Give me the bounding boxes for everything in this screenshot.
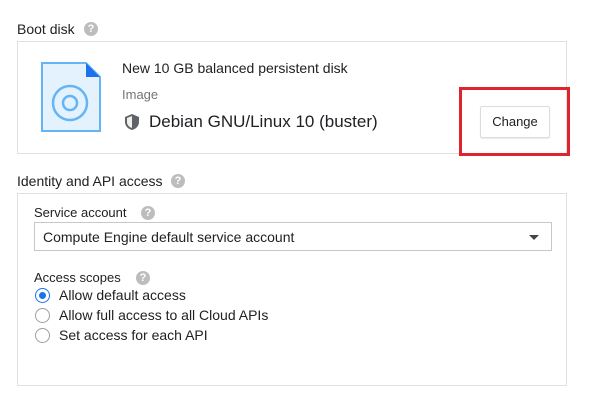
disk-type-label: Image <box>122 87 159 102</box>
scope-label[interactable]: Set access for each API <box>59 327 208 343</box>
access-scopes-label: Access scopes <box>34 270 121 285</box>
service-account-value: Compute Engine default service account <box>43 229 295 245</box>
scope-radio-each[interactable] <box>35 328 50 343</box>
chevron-down-icon <box>529 235 539 240</box>
help-icon[interactable]: ? <box>171 174 185 188</box>
scope-label[interactable]: Allow full access to all Cloud APIs <box>59 307 268 323</box>
scope-radio-full[interactable] <box>35 308 50 323</box>
help-icon[interactable]: ? <box>136 271 150 285</box>
boot-disk-title: Boot disk <box>17 21 75 37</box>
scope-radio-default[interactable] <box>35 288 50 303</box>
service-account-select[interactable]: Compute Engine default service account <box>34 222 552 251</box>
highlight-box <box>459 87 570 156</box>
disk-icon <box>41 62 101 132</box>
shield-icon <box>125 114 139 130</box>
service-account-label: Service account <box>34 205 127 220</box>
os-name: Debian GNU/Linux 10 (buster) <box>149 112 378 131</box>
identity-title: Identity and API access <box>17 173 163 189</box>
help-icon[interactable]: ? <box>141 206 155 220</box>
radio-dot <box>39 292 46 299</box>
identity-card: Service account ? Compute Engine default… <box>17 193 567 386</box>
scope-label[interactable]: Allow default access <box>59 287 186 303</box>
disk-name: New 10 GB balanced persistent disk <box>122 60 348 76</box>
help-icon[interactable]: ? <box>84 22 98 36</box>
